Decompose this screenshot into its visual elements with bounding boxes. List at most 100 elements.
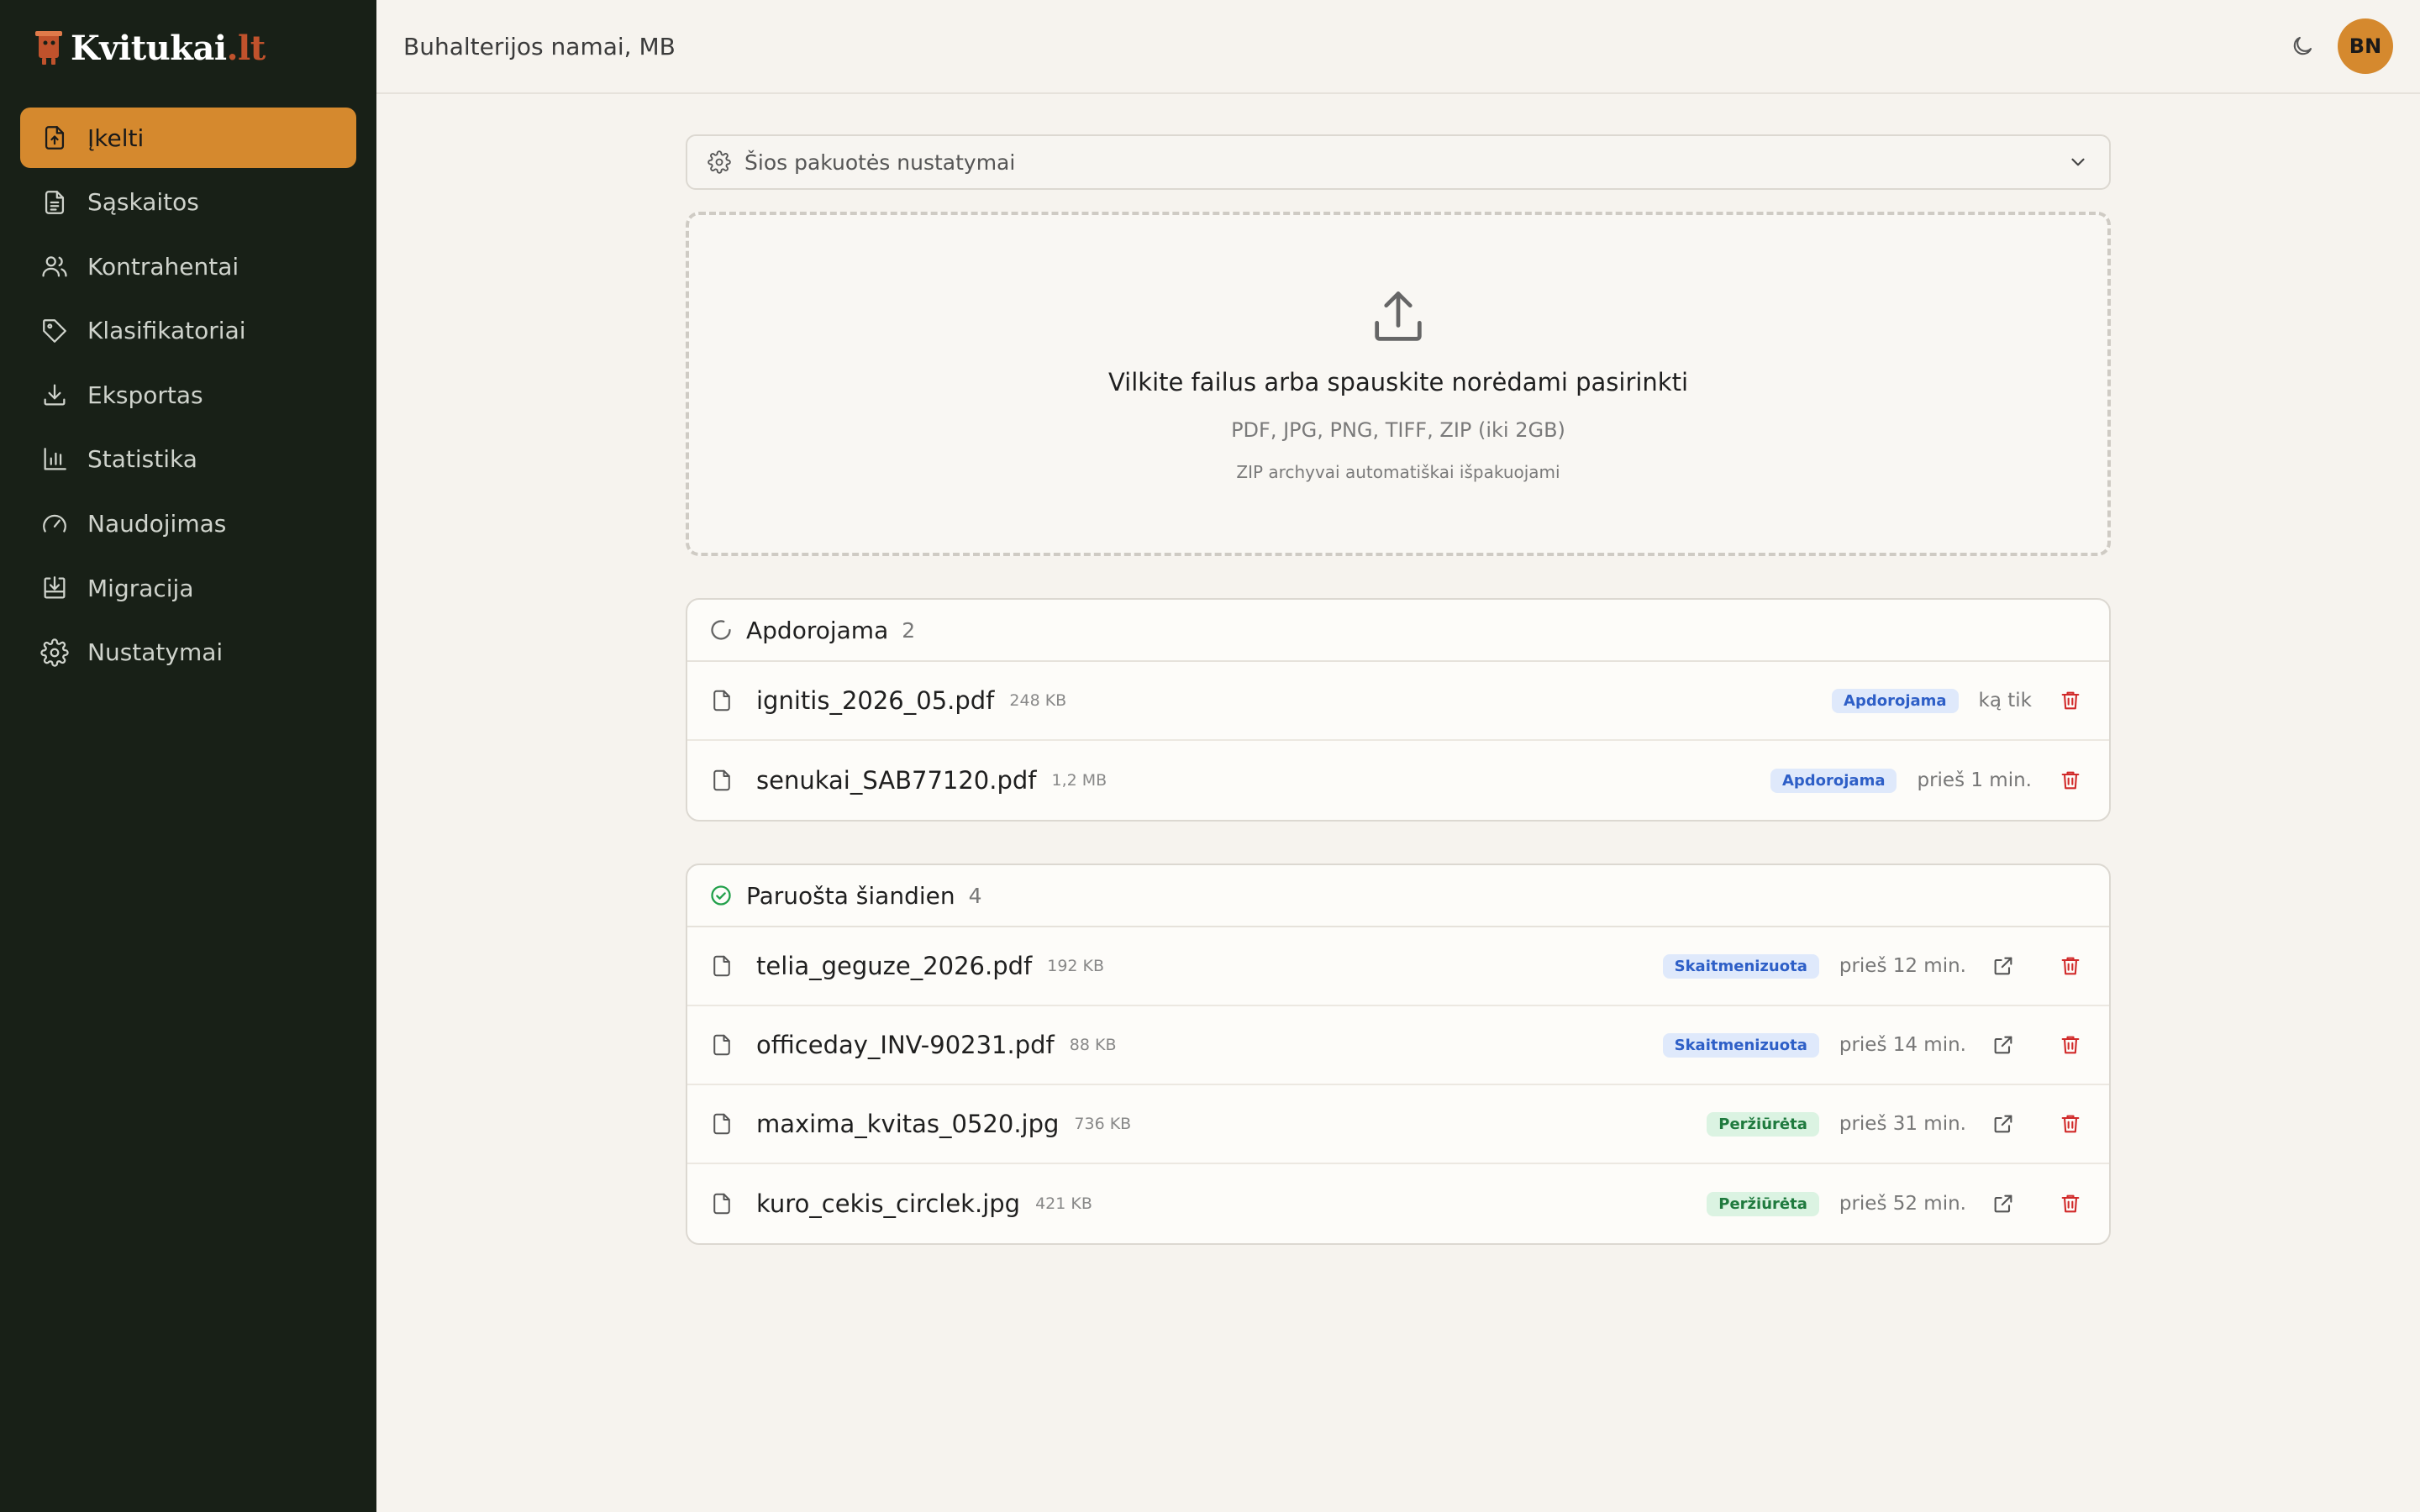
- status-badge: Apdorojama: [1832, 688, 1959, 713]
- sidebar-item-upload[interactable]: Įkelti: [20, 108, 356, 168]
- gauge-icon: [40, 510, 69, 538]
- processing-header: Apdorojama 2: [687, 600, 2109, 662]
- file-icon: [713, 690, 730, 711]
- import-icon: [40, 574, 69, 602]
- header-actions: BN: [2282, 18, 2393, 74]
- file-size: 421 KB: [1035, 1194, 1092, 1213]
- file-row[interactable]: officeday_INV-90231.pdf 88 KB Skaitmeniz…: [687, 1006, 2109, 1085]
- status-badge: Skaitmenizuota: [1662, 1032, 1819, 1058]
- external-link-icon: [1994, 957, 2012, 975]
- timestamp: prieš 12 min.: [1839, 955, 1966, 977]
- trash-icon: [2061, 771, 2080, 790]
- external-link-icon: [1994, 1194, 2012, 1213]
- loader-icon: [711, 620, 731, 640]
- file-row[interactable]: maxima_kvitas_0520.jpg 736 KB Peržiūrėta…: [687, 1085, 2109, 1164]
- sidebar-item-usage[interactable]: Naudojimas: [20, 494, 356, 554]
- trash-icon: [2061, 1115, 2080, 1133]
- trash-icon: [2061, 957, 2080, 975]
- open-button[interactable]: [1986, 1187, 2020, 1221]
- sidebar-item-label: Migracija: [87, 574, 194, 602]
- file-name: officeday_INV-90231.pdf: [756, 1031, 1055, 1059]
- external-link-icon: [1994, 1115, 2012, 1133]
- delete-button[interactable]: [2054, 1187, 2087, 1221]
- sidebar-item-migration[interactable]: Migracija: [20, 558, 356, 618]
- row-actions: Peržiūrėta prieš 52 min.: [1707, 1187, 2087, 1221]
- file-name: senukai_SAB77120.pdf: [756, 766, 1037, 795]
- dropzone-formats: PDF, JPG, PNG, TIFF, ZIP (iki 2GB): [1231, 418, 1565, 442]
- sidebar-item-label: Kontrahentai: [87, 252, 239, 281]
- sidebar-item-statistics[interactable]: Statistika: [20, 429, 356, 490]
- file-size: 1,2 MB: [1051, 771, 1107, 790]
- sidebar-item-label: Nustatymai: [87, 638, 224, 667]
- file-row[interactable]: senukai_SAB77120.pdf 1,2 MB Apdorojama p…: [687, 741, 2109, 820]
- top-header: Buhalterijos namai, MB BN: [376, 0, 2420, 94]
- status-badge: Apdorojama: [1770, 768, 1897, 793]
- delete-button[interactable]: [2054, 949, 2087, 983]
- file-size: 736 KB: [1074, 1115, 1132, 1133]
- tag-icon: [40, 317, 69, 345]
- status-badge: Peržiūrėta: [1707, 1191, 1819, 1216]
- file-size: 248 KB: [1009, 691, 1067, 710]
- ready-section: Paruošta šiandien 4 telia_geguze_2026.pd…: [686, 864, 2111, 1245]
- file-row[interactable]: ignitis_2026_05.pdf 248 KB Apdorojama ką…: [687, 662, 2109, 741]
- avatar[interactable]: BN: [2338, 18, 2393, 74]
- upload-file-icon: [40, 123, 69, 152]
- dropzone-note: ZIP archyvai automatiškai išpakuojami: [1236, 462, 1560, 482]
- document-icon: [40, 188, 69, 217]
- sidebar-item-export[interactable]: Eksportas: [20, 365, 356, 425]
- status-badge: Peržiūrėta: [1707, 1111, 1819, 1137]
- timestamp: prieš 1 min.: [1917, 769, 2032, 791]
- sidebar-item-label: Klasifikatoriai: [87, 317, 246, 345]
- delete-button[interactable]: [2054, 1028, 2087, 1062]
- brand-name: Kvitukai.lt: [71, 28, 266, 68]
- delete-button[interactable]: [2054, 1107, 2087, 1141]
- section-title: Paruošta šiandien: [746, 881, 955, 910]
- file-row[interactable]: telia_geguze_2026.pdf 192 KB Skaitmenizu…: [687, 927, 2109, 1006]
- receipt-mascot-icon: [35, 31, 62, 65]
- sidebar-item-classifiers[interactable]: Klasifikatoriai: [20, 301, 356, 361]
- sidebar-item-label: Statistika: [87, 445, 197, 474]
- row-actions: Skaitmenizuota prieš 12 min.: [1662, 949, 2087, 983]
- gear-icon: [708, 150, 731, 174]
- ready-header: Paruošta šiandien 4: [687, 865, 2109, 927]
- section-title: Apdorojama: [746, 616, 889, 644]
- timestamp: prieš 52 min.: [1839, 1193, 1966, 1215]
- file-name: kuro_cekis_circlek.jpg: [756, 1189, 1021, 1218]
- open-button[interactable]: [1986, 1107, 2020, 1141]
- open-button[interactable]: [1986, 949, 2020, 983]
- file-dropzone[interactable]: Vilkite failus arba spauskite norėdami p…: [686, 212, 2111, 556]
- file-icon: [713, 1193, 730, 1215]
- file-icon: [713, 769, 730, 791]
- file-name: maxima_kvitas_0520.jpg: [756, 1110, 1060, 1138]
- sidebar-item-contractors[interactable]: Kontrahentai: [20, 236, 356, 297]
- sidebar-nav: Įkelti Sąskaitos Kontrahentai Klasifikat…: [20, 108, 356, 686]
- open-button[interactable]: [1986, 1028, 2020, 1062]
- sidebar-item-settings[interactable]: Nustatymai: [20, 622, 356, 683]
- moon-icon: [2293, 36, 2312, 55]
- brand-logo[interactable]: Kvitukai.lt: [34, 25, 266, 71]
- dropzone-title: Vilkite failus arba spauskite norėdami p…: [1107, 368, 1689, 396]
- sidebar-item-label: Naudojimas: [87, 510, 227, 538]
- row-actions: Apdorojama prieš 1 min.: [1770, 764, 2087, 797]
- file-row[interactable]: kuro_cekis_circlek.jpg 421 KB Peržiūrėta…: [687, 1164, 2109, 1243]
- section-count: 2: [902, 617, 916, 643]
- gear-icon: [40, 638, 69, 667]
- file-size: 192 KB: [1047, 957, 1105, 975]
- organization-name: Buhalterijos namai, MB: [403, 32, 676, 60]
- trash-icon: [2061, 691, 2080, 710]
- sidebar-item-label: Įkelti: [87, 123, 145, 152]
- sidebar-item-invoices[interactable]: Sąskaitos: [20, 172, 356, 233]
- sidebar: Kvitukai.lt Įkelti Sąskaitos Kontrahenta…: [0, 0, 376, 1512]
- theme-toggle-button[interactable]: [2282, 26, 2323, 66]
- package-settings-label: Šios pakuotės nustatymai: [744, 150, 1016, 175]
- delete-button[interactable]: [2054, 684, 2087, 717]
- delete-button[interactable]: [2054, 764, 2087, 797]
- bar-chart-icon: [40, 445, 69, 474]
- package-settings-toggle[interactable]: Šios pakuotės nustatymai: [686, 134, 2111, 190]
- timestamp: ką tik: [1978, 690, 2032, 711]
- row-actions: Peržiūrėta prieš 31 min.: [1707, 1107, 2087, 1141]
- file-name: telia_geguze_2026.pdf: [756, 952, 1033, 980]
- timestamp: prieš 14 min.: [1839, 1034, 1966, 1056]
- section-count: 4: [968, 883, 982, 908]
- row-actions: Skaitmenizuota prieš 14 min.: [1662, 1028, 2087, 1062]
